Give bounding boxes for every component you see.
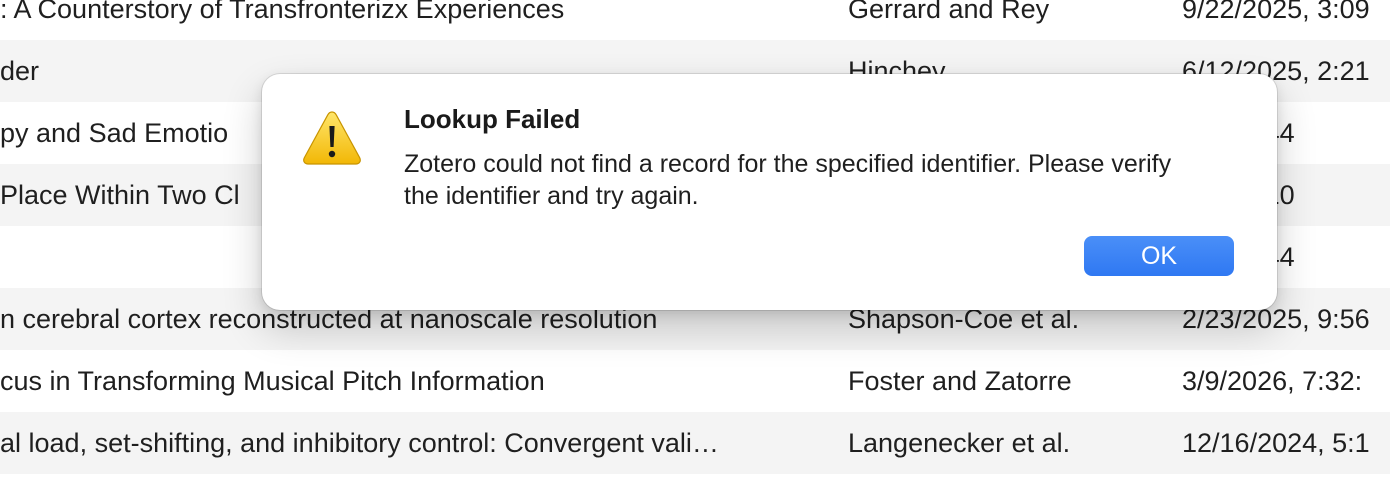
table-row[interactable]: al load, set-shifting, and inhibitory co… bbox=[0, 412, 1390, 474]
title-cell: al load, set-shifting, and inhibitory co… bbox=[0, 428, 719, 458]
date-added-cell: 9/22/2025, 3:09 bbox=[1182, 0, 1370, 24]
dialog-title: Lookup Failed bbox=[404, 104, 581, 134]
lookup-failed-dialog: Lookup Failed Zotero could not find a re… bbox=[262, 74, 1277, 310]
table-row[interactable]: : A Counterstory of Transfronterizx Expe… bbox=[0, 0, 1390, 40]
date-added-cell: 12/16/2024, 5:1 bbox=[1182, 428, 1370, 458]
creator-cell: Langenecker et al. bbox=[848, 428, 1071, 458]
table-row[interactable]: cus in Transforming Musical Pitch Inform… bbox=[0, 350, 1390, 412]
creator-cell: Gerrard and Rey bbox=[848, 0, 1050, 24]
dialog-message: Zotero could not find a record for the s… bbox=[404, 150, 1172, 210]
title-cell: cus in Transforming Musical Pitch Inform… bbox=[0, 366, 545, 396]
date-added-cell: 3/9/2026, 7:32: bbox=[1182, 366, 1363, 396]
warning-icon bbox=[303, 111, 361, 165]
ok-button[interactable]: OK bbox=[1084, 236, 1234, 276]
title-cell: : A Counterstory of Transfronterizx Expe… bbox=[0, 0, 565, 24]
zotero-window: : A Counterstory of Transfronterizx Expe… bbox=[0, 0, 1390, 492]
creator-cell: Foster and Zatorre bbox=[848, 366, 1072, 396]
